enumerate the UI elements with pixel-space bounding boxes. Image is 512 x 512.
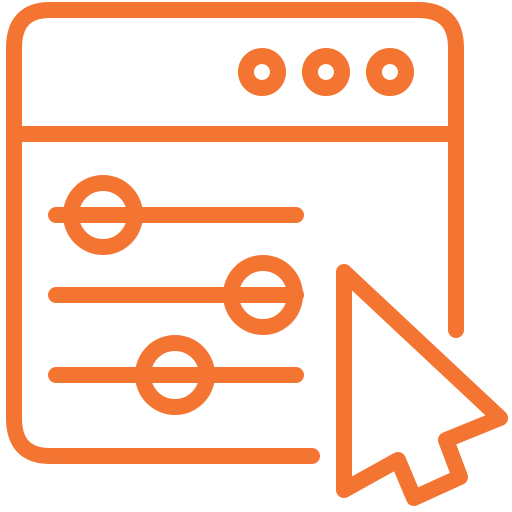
window-dot-icon: [238, 48, 286, 96]
window-dot-icon: [366, 48, 414, 96]
window-dot-icon: [302, 48, 350, 96]
pointer-cursor-icon: [336, 264, 508, 506]
settings-sliders-window-cursor-icon: [6, 2, 508, 506]
icon-canvas: [0, 0, 512, 512]
